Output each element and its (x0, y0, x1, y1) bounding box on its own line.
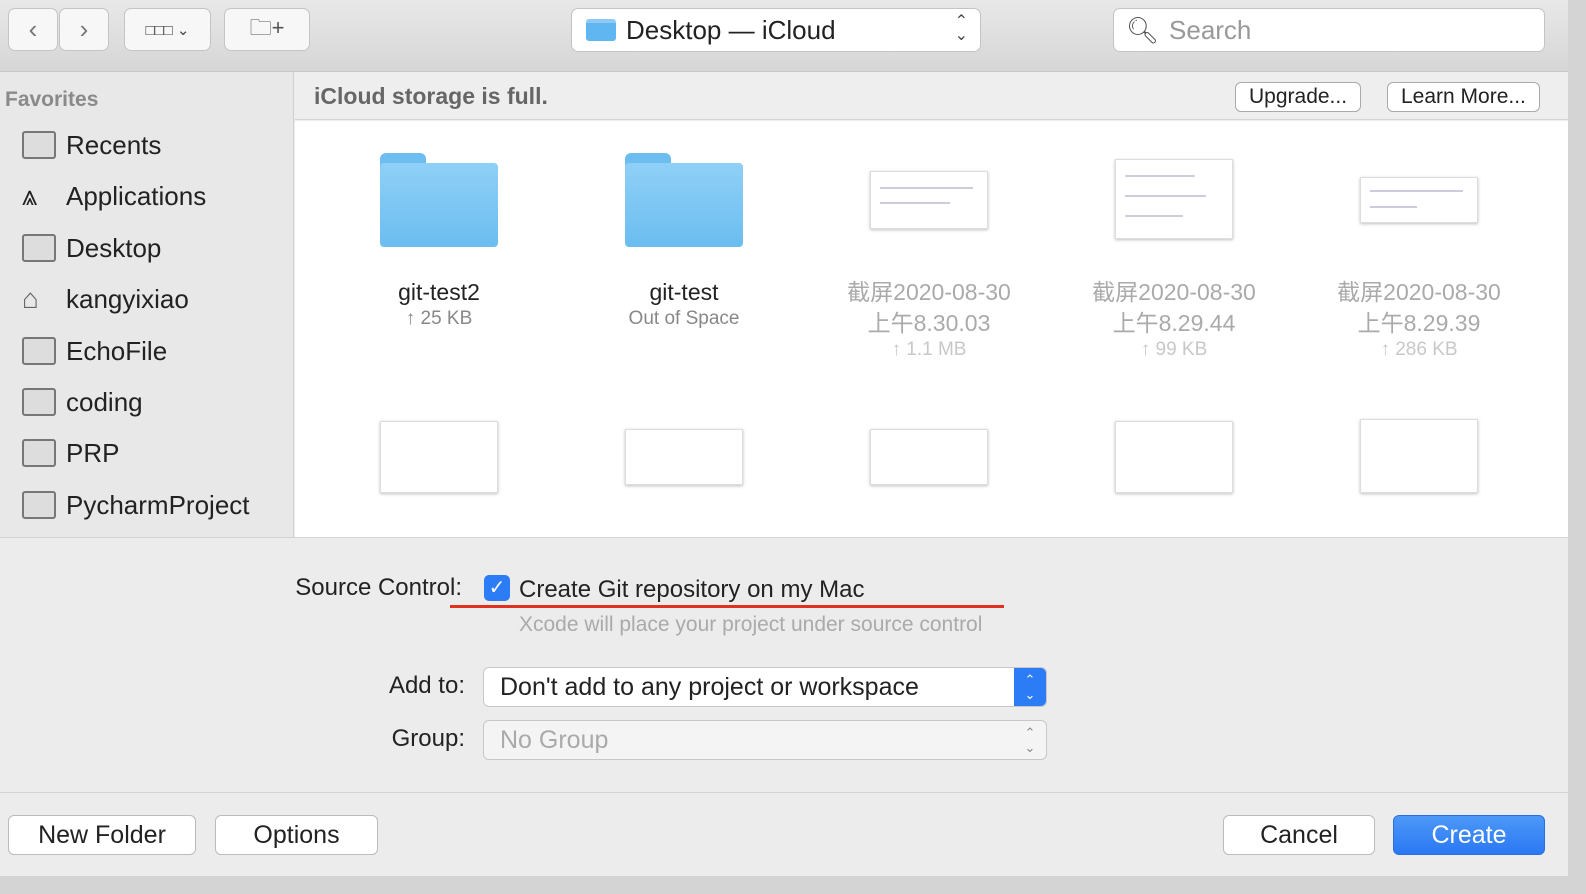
file-item[interactable]: 截屏2020-08-30 上午8.29.39 ↑ 286 KB (1304, 121, 1534, 361)
new-folder-button[interactable]: New Folder (8, 815, 196, 855)
banner-message: iCloud storage is full. (314, 83, 548, 109)
sidebar-item-label: PRP (66, 437, 120, 468)
recents-icon (22, 131, 56, 159)
group-value: No Group (500, 725, 609, 754)
screenshot-thumbnail (1360, 177, 1478, 223)
chevron-right-icon: › (79, 14, 89, 44)
red-underline-annotation (450, 605, 1004, 608)
group-select[interactable]: No Group ⌃ ⌄ (483, 720, 1047, 760)
sidebar-item-prp[interactable]: PRP (22, 433, 119, 473)
create-button[interactable]: Create (1393, 815, 1545, 855)
home-icon: ⌂ (22, 283, 39, 314)
file-item[interactable]: 截屏2020-08-30 上午8.29.44 ↑ 99 KB (1059, 121, 1289, 361)
file-status: Out of Space (628, 308, 740, 329)
screenshot-thumbnail[interactable] (1115, 421, 1233, 493)
screenshot-thumbnail[interactable] (1360, 419, 1478, 493)
footer: New Folder Options Cancel Create (0, 792, 1568, 876)
file-status: ↑ 25 KB (405, 308, 473, 329)
search-icon: 🔍︎ (1126, 14, 1160, 45)
file-item[interactable]: 截屏2020-08-30 上午8.30.03 ↑ 1.1 MB (814, 121, 1044, 361)
sidebar-item-label: Desktop (66, 232, 162, 263)
search-placeholder: Search (1169, 14, 1252, 45)
location-popup[interactable]: Desktop — iCloud ⌃ ⌄ (571, 8, 981, 52)
file-item[interactable]: git-test2 ↑ 25 KB (324, 121, 554, 330)
chevron-left-icon: ‹ (28, 14, 38, 44)
file-name-line2: 上午8.30.03 (867, 310, 991, 336)
sidebar-item-pycharmproject[interactable]: PycharmProject (22, 485, 250, 525)
checkmark-icon: ✓ (488, 577, 506, 599)
sidebar-item-label: Applications (66, 180, 207, 211)
sidebar-item-recents[interactable]: Recents (22, 125, 161, 165)
upgrade-button[interactable]: Upgrade... (1235, 82, 1362, 112)
folder-icon (22, 388, 56, 416)
screenshot-thumbnail (870, 171, 988, 229)
icloud-banner: iCloud storage is full. Upgrade... Learn… (295, 72, 1568, 120)
file-name: git-test2 (398, 279, 480, 305)
file-status: ↑ 1.1 MB (891, 339, 967, 360)
source-control-label: Source Control: (295, 574, 462, 601)
desktop-icon (22, 234, 56, 262)
sidebar-item-label: EchoFile (66, 335, 168, 366)
toolbar: ‹ › □□□ ⌄ 🗀+ Desktop — iCloud ⌃ ⌄ 🔍︎ Sear… (0, 0, 1568, 72)
updown-chevron-icon: ⌃ ⌄ (1014, 668, 1046, 706)
file-name: 截屏2020-08-30 (1092, 279, 1256, 305)
applications-icon: ⩓ (22, 180, 38, 211)
file-name: git-test (649, 279, 719, 305)
grid-view-icon: □□□ ⌄ (145, 21, 190, 39)
file-grid: git-test2 ↑ 25 KB git-test Out of Space … (295, 121, 1568, 537)
file-item[interactable]: git-test Out of Space (569, 121, 799, 330)
folder-icon (625, 153, 743, 247)
forward-button[interactable]: › (59, 8, 109, 51)
add-to-select[interactable]: Don't add to any project or workspace ⌃ ⌄ (483, 667, 1047, 707)
sidebar-item-echofile[interactable]: EchoFile (22, 331, 167, 371)
sidebar-item-desktop[interactable]: Desktop (22, 228, 161, 268)
back-button[interactable]: ‹ (8, 8, 58, 51)
sidebar-item-coding[interactable]: coding (22, 382, 143, 422)
add-to-value: Don't add to any project or workspace (500, 672, 919, 701)
view-mode-button[interactable]: □□□ ⌄ (124, 8, 211, 51)
git-checkbox-label[interactable]: Create Git repository on my Mac (519, 576, 864, 604)
new-folder-icon: 🗀+ (249, 14, 285, 40)
file-name-line2: 上午8.29.44 (1112, 310, 1236, 336)
options-panel: Source Control: ✓ Create Git repository … (0, 537, 1568, 792)
updown-chevron-icon: ⌃ ⌄ (1024, 725, 1036, 755)
screenshot-thumbnail (1115, 159, 1233, 239)
options-button[interactable]: Options (215, 815, 378, 855)
group-label: Group: (391, 725, 465, 752)
file-name: 截屏2020-08-30 (1337, 279, 1501, 305)
folder-icon (22, 491, 56, 519)
favorites-heading: Favorites (5, 88, 99, 111)
file-name-line2: 上午8.29.39 (1357, 310, 1481, 336)
git-checkbox[interactable]: ✓ (484, 575, 510, 601)
sidebar: Favorites Recents ⩓ Applications Desktop … (0, 72, 294, 537)
search-field[interactable]: 🔍︎ Search (1113, 8, 1545, 52)
screenshot-thumbnail[interactable] (625, 429, 743, 485)
screenshot-thumbnail[interactable] (870, 429, 988, 485)
screenshot-thumbnail[interactable] (380, 421, 498, 493)
git-hint: Xcode will place your project under sour… (519, 613, 983, 636)
sidebar-item-applications[interactable]: ⩓ Applications (22, 176, 206, 216)
sidebar-item-label: Recents (66, 129, 162, 160)
folder-icon (22, 439, 56, 467)
save-dialog: ‹ › □□□ ⌄ 🗀+ Desktop — iCloud ⌃ ⌄ 🔍︎ Sear… (0, 0, 1568, 876)
folder-icon (380, 153, 498, 247)
folder-icon (586, 19, 616, 41)
sidebar-item-label: PycharmProject (66, 489, 250, 520)
updown-chevron-icon: ⌃ ⌄ (954, 13, 968, 44)
learn-more-button[interactable]: Learn More... (1387, 82, 1540, 112)
file-name: 截屏2020-08-30 (847, 279, 1011, 305)
new-folder-toolbar-button[interactable]: 🗀+ (224, 8, 310, 51)
location-label: Desktop — iCloud (626, 14, 836, 45)
sidebar-item-label: coding (66, 386, 143, 417)
sidebar-item-home[interactable]: ⌂ kangyixiao (22, 279, 189, 319)
file-status: ↑ 99 KB (1140, 339, 1208, 360)
file-status: ↑ 286 KB (1380, 339, 1458, 360)
sidebar-item-label: kangyixiao (66, 283, 189, 314)
add-to-label: Add to: (388, 672, 465, 699)
cancel-button[interactable]: Cancel (1223, 815, 1375, 855)
folder-icon (22, 337, 56, 365)
